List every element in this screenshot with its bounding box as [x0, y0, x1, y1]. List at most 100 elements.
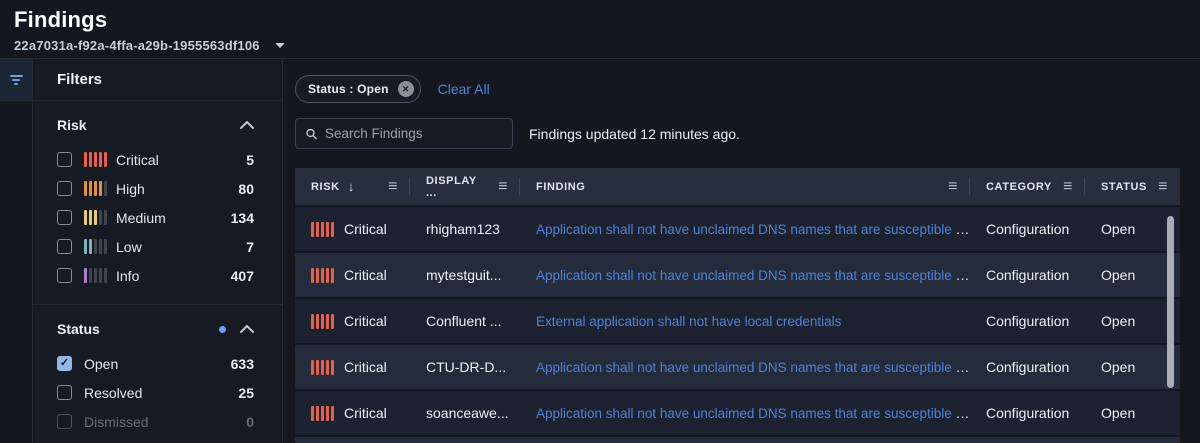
category-cell: Configuration: [970, 267, 1085, 283]
filter-label: Low: [116, 239, 246, 255]
column-menu-icon[interactable]: ≡: [948, 179, 958, 195]
search-box[interactable]: [295, 118, 513, 149]
updated-status-text: Findings updated 12 minutes ago.: [529, 126, 740, 142]
clear-all-link[interactable]: Clear All: [438, 81, 490, 97]
column-menu-icon[interactable]: ≡: [1063, 179, 1073, 195]
risk-meter-icon: [84, 181, 107, 196]
risk-cell: Critical: [344, 267, 387, 283]
column-header-category[interactable]: CATEGORY ≡: [970, 168, 1085, 205]
filter-label: Open: [84, 356, 231, 372]
checkbox-info[interactable]: [57, 268, 72, 283]
risk-meter-icon: [311, 268, 334, 283]
chevron-up-icon[interactable]: [240, 325, 254, 333]
search-row: Findings updated 12 minutes ago.: [295, 118, 1200, 149]
risk-section-header[interactable]: Risk: [57, 107, 254, 145]
risk-cell: Critical: [344, 313, 387, 329]
filter-item-medium[interactable]: Medium 134: [57, 203, 254, 232]
column-menu-icon[interactable]: ≡: [498, 179, 508, 195]
checkbox-critical[interactable]: [57, 152, 72, 167]
table-header-row: RISK ↓ ≡ DISPLAY ... ≡ FINDING ≡ CATEGOR…: [295, 168, 1180, 205]
main-area: Status : Open ✕ Clear All Findings updat…: [283, 59, 1200, 443]
filter-item-resolved[interactable]: Resolved 25: [57, 378, 254, 407]
chip-label: Status : Open: [308, 82, 389, 96]
column-header-risk[interactable]: RISK ↓ ≡: [295, 168, 410, 205]
filter-count: 407: [231, 268, 254, 284]
display-name-cell: soanceawe...: [410, 405, 520, 421]
finding-link[interactable]: External application shall not have loca…: [536, 314, 841, 329]
filter-label: Medium: [116, 210, 231, 226]
filter-item-high[interactable]: High 80: [57, 174, 254, 203]
table-row[interactable]: Critical CTU-DR-D... Application shall n…: [295, 345, 1180, 389]
content: Filters Risk Critical 5 High 80: [0, 58, 1200, 443]
filter-count: 80: [238, 181, 254, 197]
finding-link[interactable]: Application shall not have unclaimed DNS…: [536, 221, 970, 237]
column-header-status[interactable]: STATUS ≡: [1085, 168, 1180, 205]
risk-section: Risk Critical 5 High 80 Medium 134: [33, 101, 282, 304]
display-name-cell: Confluent ...: [410, 313, 520, 329]
checkbox-resolved[interactable]: [57, 385, 72, 400]
finding-link[interactable]: Application shall not have unclaimed DNS…: [536, 267, 970, 283]
search-input[interactable]: [325, 126, 502, 141]
filter-label: Critical: [116, 152, 246, 168]
scan-selector[interactable]: 22a7031a-f92a-4ffa-a29b-1955563df106: [14, 38, 1200, 53]
filters-title: Filters: [33, 59, 282, 101]
table-row[interactable]: Critical soanceawe... Application shall …: [295, 391, 1180, 435]
risk-meter-icon: [311, 314, 334, 329]
column-header-display[interactable]: DISPLAY ... ≡: [410, 168, 520, 205]
risk-meter-icon: [311, 222, 334, 237]
finding-link[interactable]: Application shall not have unclaimed DNS…: [536, 405, 970, 421]
status-cell: Open: [1085, 313, 1180, 329]
filter-item-dismissed: Dismissed 0: [57, 407, 254, 436]
risk-meter-icon: [84, 268, 107, 283]
filters-panel: Filters Risk Critical 5 High 80: [33, 59, 283, 443]
status-cell: Open: [1085, 267, 1180, 283]
page-header: Findings 22a7031a-f92a-4ffa-a29b-1955563…: [0, 0, 1200, 58]
checkbox-dismissed: [57, 414, 72, 429]
filter-label: High: [116, 181, 238, 197]
filter-count: 25: [238, 385, 254, 401]
checkbox-high[interactable]: [57, 181, 72, 196]
status-cell: Open: [1085, 359, 1180, 375]
status-section-header[interactable]: Status: [57, 311, 254, 349]
side-rail: [0, 59, 33, 443]
category-cell: Configuration: [970, 221, 1085, 237]
filter-item-low[interactable]: Low 7: [57, 232, 254, 261]
display-name-cell: mytestguit...: [410, 267, 520, 283]
toggle-filters-button[interactable]: [0, 59, 32, 101]
table-row-partial: [295, 437, 1180, 443]
status-section-label: Status: [57, 321, 219, 337]
checkbox-open[interactable]: [57, 356, 72, 371]
checkbox-low[interactable]: [57, 239, 72, 254]
risk-meter-icon: [84, 239, 107, 254]
column-header-finding[interactable]: FINDING ≡: [520, 168, 970, 205]
page-title: Findings: [14, 7, 1200, 33]
checkbox-medium[interactable]: [57, 210, 72, 225]
chevron-down-icon[interactable]: [275, 43, 285, 48]
active-filters-row: Status : Open ✕ Clear All: [295, 75, 1200, 103]
filter-count: 7: [246, 239, 254, 255]
filter-item-critical[interactable]: Critical 5: [57, 145, 254, 174]
filter-label: Info: [116, 268, 231, 284]
risk-meter-icon: [84, 152, 107, 167]
risk-meter-icon: [311, 360, 334, 375]
finding-link[interactable]: Application shall not have unclaimed DNS…: [536, 359, 970, 375]
column-menu-icon[interactable]: ≡: [388, 179, 398, 195]
display-name-cell: CTU-DR-D...: [410, 359, 520, 375]
remove-chip-icon[interactable]: ✕: [398, 81, 414, 97]
filter-item-info[interactable]: Info 407: [57, 261, 254, 290]
vertical-scrollbar[interactable]: [1167, 216, 1174, 388]
findings-table: RISK ↓ ≡ DISPLAY ... ≡ FINDING ≡ CATEGOR…: [295, 168, 1180, 443]
table-row[interactable]: Critical rhigham123 Application shall no…: [295, 207, 1180, 251]
filter-item-open[interactable]: Open 633: [57, 349, 254, 378]
filter-count: 0: [246, 414, 254, 430]
table-row[interactable]: Critical Confluent ... External applicat…: [295, 299, 1180, 343]
status-open-chip[interactable]: Status : Open ✕: [295, 75, 421, 103]
sort-desc-icon[interactable]: ↓: [348, 179, 355, 194]
filter-label: Dismissed: [84, 414, 246, 430]
table-row[interactable]: Critical mytestguit... Application shall…: [295, 253, 1180, 297]
column-menu-icon[interactable]: ≡: [1158, 179, 1168, 195]
category-cell: Configuration: [970, 313, 1085, 329]
chevron-up-icon[interactable]: [240, 121, 254, 129]
risk-section-label: Risk: [57, 117, 240, 133]
display-name-cell: rhigham123: [410, 221, 520, 237]
